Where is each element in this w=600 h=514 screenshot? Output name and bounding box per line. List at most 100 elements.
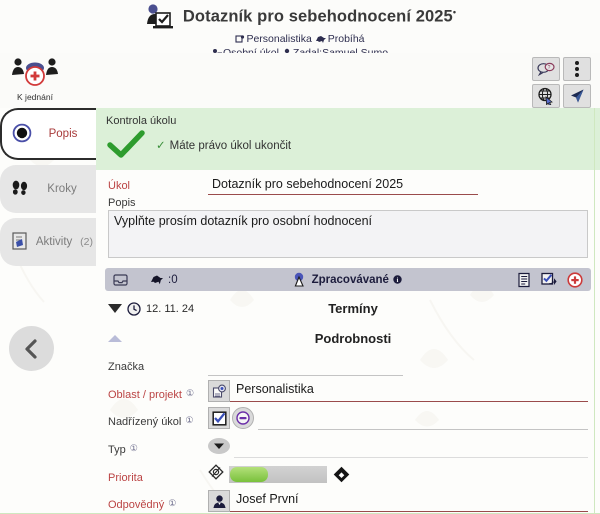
page-title-superscript: • — [452, 7, 457, 18]
document-list-button[interactable] — [516, 272, 532, 288]
globe-cursor-icon — [538, 87, 553, 105]
sidebar-item-aktivity[interactable]: Aktivity (2) — [0, 218, 96, 266]
oblast-value[interactable]: Personalistika — [230, 382, 314, 396]
svg-text:i: i — [397, 277, 399, 284]
task-status-text: Zpracovávané — [311, 273, 389, 286]
section-podrobnosti-title: Podrobnosti — [314, 331, 392, 346]
top-toolbar: K jednání ? — [0, 53, 600, 108]
project-icon — [235, 35, 245, 43]
odpovedny-picker-button[interactable] — [208, 490, 230, 512]
oblast-picker-button[interactable] — [208, 380, 230, 402]
info-glyph[interactable]: ① — [185, 415, 193, 425]
terminy-date: 12. 11. 24 — [146, 302, 195, 315]
radio-dot-icon — [10, 123, 34, 146]
dark-flag-icon — [571, 89, 584, 103]
page-header: Dotazník pro sebehodnocení 2025• Persona… — [0, 0, 600, 59]
dropdown-caret-icon — [214, 443, 224, 449]
app-root: Dotazník pro sebehodnocení 2025• Persona… — [0, 0, 600, 514]
green-check-icon — [107, 130, 145, 158]
caret-down-icon[interactable] — [108, 304, 122, 313]
checklist-forward-icon — [541, 272, 557, 285]
right-green-divider — [594, 108, 595, 514]
inbox-icon — [113, 274, 128, 286]
section-terminy: 12. 11. 24 Termíny — [96, 295, 600, 319]
main-content: Kontrola úkolu ✓ Máte právo úkol ukončit … — [96, 108, 600, 514]
checklist-forward-button[interactable] — [541, 272, 558, 288]
nadrizeny-select-button[interactable] — [208, 407, 230, 429]
field-nadrizeny-label: Nadřízený úkol ① — [108, 414, 194, 428]
header-project[interactable]: Personalistika — [235, 33, 312, 45]
alert-tick-icon: ✓ — [156, 140, 166, 152]
add-meeting-button[interactable]: K jednání — [5, 55, 65, 102]
sidebar-item-kroky-label: Kroky — [47, 183, 77, 195]
chat-bubbles-icon: ? — [537, 62, 555, 76]
field-typ-label: Typ ① — [108, 442, 138, 456]
diamond-marker-icon[interactable] — [333, 466, 350, 483]
priority-slider-fill — [230, 467, 268, 482]
checkbox-select-icon — [211, 410, 227, 426]
znacka-input[interactable] — [208, 355, 403, 376]
field-oblast-label: Oblast / projekt ① — [108, 387, 195, 401]
horse-count[interactable]: :0 — [150, 273, 178, 286]
field-typ: Typ ① — [96, 434, 600, 458]
info-glyph[interactable]: ① — [130, 443, 138, 453]
priority-slider[interactable] — [229, 466, 327, 483]
ukol-input[interactable] — [208, 174, 478, 195]
person-avatar-icon — [212, 494, 226, 508]
header-status-label: Probíhá — [327, 33, 365, 45]
field-priorita-label: Priorita — [108, 471, 143, 484]
svg-text:?: ? — [548, 65, 551, 71]
processing-icon — [294, 272, 304, 287]
nadrizeny-value[interactable] — [258, 408, 264, 422]
top-right-buttons: ? — [532, 57, 591, 108]
popis-textarea[interactable] — [108, 210, 588, 258]
web-link-button[interactable] — [532, 84, 560, 108]
task-person-icon — [146, 4, 173, 29]
task-statusbar: :0 Zpracovávané i — [105, 268, 591, 291]
kebab-menu-icon — [575, 61, 579, 77]
flag-button[interactable] — [563, 84, 591, 108]
running-horse-icon — [315, 36, 326, 43]
footsteps-icon — [8, 178, 32, 201]
typ-value[interactable] — [234, 436, 240, 450]
typ-dropdown-button[interactable] — [208, 438, 230, 454]
sidebar-item-aktivity-label: Aktivity — [35, 236, 73, 248]
page-title: Dotazník pro sebehodnocení 2025• — [183, 7, 456, 27]
sidebar-item-aktivity-count: (2) — [80, 236, 93, 248]
field-oblast: Oblast / projekt ① Personalistika — [96, 380, 600, 402]
inbox-button[interactable] — [113, 273, 128, 286]
caret-up-icon[interactable] — [108, 335, 122, 342]
sidebar-item-kroky[interactable]: Kroky — [0, 165, 96, 213]
task-status[interactable]: Zpracovávané i — [178, 272, 516, 288]
field-znacka-label: Značka — [108, 361, 145, 373]
info-icon[interactable]: i — [393, 275, 402, 284]
field-odpovedny-label: Odpovědný ① — [108, 497, 177, 511]
section-podrobnosti: Podrobnosti — [96, 325, 600, 349]
chevron-left-icon — [24, 338, 37, 359]
add-circle-button[interactable] — [567, 271, 583, 288]
back-button[interactable] — [9, 326, 54, 371]
project-picker-icon — [212, 384, 226, 398]
nadrizeny-remove-button[interactable] — [232, 407, 254, 429]
add-meeting-icon — [12, 58, 58, 86]
remove-circle-icon — [236, 411, 250, 425]
field-ukol: Úkol — [96, 170, 600, 195]
info-glyph[interactable]: ① — [168, 498, 176, 508]
alert-message-text: Máte právo úkol ukončit — [169, 140, 292, 152]
odpovedny-value[interactable]: Josef První — [230, 492, 299, 506]
field-popis-label: Popis — [108, 197, 136, 209]
field-ukol-label: Úkol — [108, 180, 131, 192]
horse-icon — [151, 275, 163, 285]
chat-button[interactable]: ? — [532, 57, 560, 81]
field-priorita: Priorita — [96, 464, 600, 485]
priority-tag-icon — [208, 464, 224, 485]
page-title-text: Dotazník pro sebehodnocení 2025 — [182, 7, 453, 26]
header-subtitle-line1: Personalistika Probíhá — [0, 32, 600, 46]
alert-title: Kontrola úkolu — [106, 115, 177, 127]
header-project-label: Personalistika — [246, 33, 312, 45]
info-glyph[interactable]: ① — [186, 388, 194, 398]
more-menu-button[interactable] — [563, 57, 591, 81]
sidebar-item-popis[interactable]: Popis — [0, 108, 96, 160]
section-terminy-title: Termíny — [328, 301, 378, 316]
header-status[interactable]: Probíhá — [315, 33, 365, 45]
